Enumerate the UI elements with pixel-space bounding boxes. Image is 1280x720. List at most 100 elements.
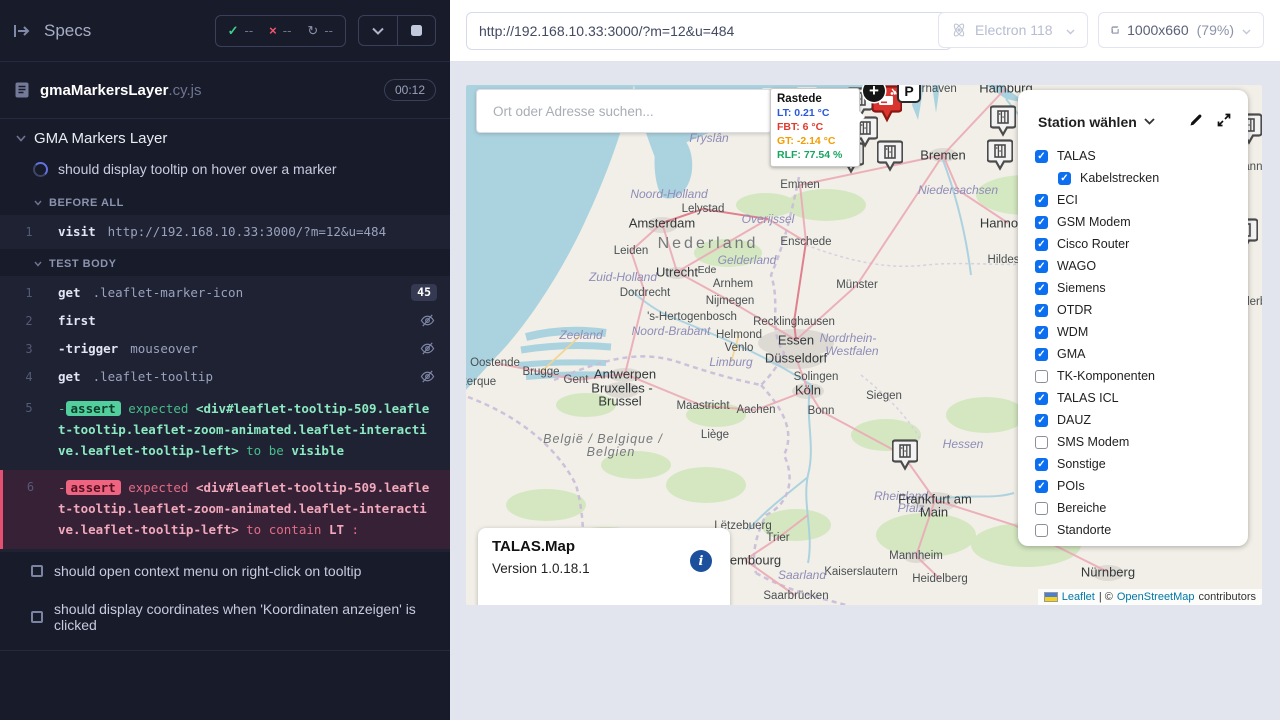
checkbox-icon[interactable]: ✓	[1035, 238, 1048, 251]
collapse-all-button[interactable]	[359, 16, 397, 45]
tooltip-measurement: FBT: 6 °C	[777, 120, 853, 134]
map-label: Heidelberg	[912, 573, 968, 585]
checkbox-icon[interactable]: ✓	[1035, 502, 1048, 515]
checkbox-icon[interactable]: ✓	[1035, 282, 1048, 295]
command-row[interactable]: 1 get .leaflet-marker-icon 45	[0, 279, 450, 307]
layer-checkbox-row[interactable]: ✓ SMS Modem	[1035, 431, 1248, 453]
checkbox-icon[interactable]: ✓	[1035, 304, 1048, 317]
expand-fullscreen-icon[interactable]	[1216, 112, 1232, 131]
layer-checkbox-row[interactable]: ✓ ECI	[1035, 189, 1248, 211]
map-label: Westfalen	[825, 344, 878, 358]
pending-test-row[interactable]: should open context menu on right-click …	[0, 552, 450, 590]
checkbox-icon[interactable]: ✓	[1035, 348, 1048, 361]
checkbox-icon[interactable]: ✓	[1035, 458, 1048, 471]
map-label: Münster	[836, 279, 878, 291]
stop-tests-button[interactable]	[397, 16, 435, 45]
map-label: Venlo	[725, 342, 754, 354]
station-marker[interactable]	[987, 139, 1013, 171]
edit-pencil-icon[interactable]	[1188, 112, 1204, 131]
checkbox-icon[interactable]: ✓	[1035, 480, 1048, 493]
viewport-select[interactable]: 1000x660 (79%)	[1098, 12, 1264, 48]
specs-title: Specs	[44, 21, 91, 41]
map-attribution: Leaflet | © OpenStreetMap contributors	[1038, 589, 1262, 605]
test-title: should display tooltip on hover over a m…	[58, 161, 337, 177]
spec-duration-badge: 00:12	[384, 79, 436, 101]
specs-menu-icon[interactable]	[14, 24, 32, 38]
station-marker[interactable]	[892, 439, 918, 471]
map-label: Brussel	[598, 394, 641, 409]
layer-label: Cisco Router	[1057, 237, 1129, 251]
checkbox-icon[interactable]: ✓	[1035, 326, 1048, 339]
assert-badge: assert	[66, 480, 121, 495]
map-label: Siegen	[866, 390, 902, 402]
checkbox-icon[interactable]: ✓	[1058, 172, 1071, 185]
checkbox-icon[interactable]: ✓	[1035, 194, 1048, 207]
leaflet-map[interactable]: HamburgerhavenFryslânBremenHannoveEmmenN…	[466, 85, 1262, 605]
pending-test-row[interactable]: should display coordinates when 'Koordin…	[0, 590, 450, 644]
command-row[interactable]: 4 get .leaflet-tooltip	[0, 363, 450, 391]
suite-row[interactable]: GMA Markers Layer	[0, 119, 450, 154]
layer-checkbox-row[interactable]: ✓ GMA	[1035, 343, 1248, 365]
layer-checkbox-row[interactable]: ✓ OTDR	[1035, 299, 1248, 321]
command-row[interactable]: 2 first	[0, 307, 450, 335]
assert-passed-row[interactable]: 5 -assert expected <div#leaflet-tooltip-…	[0, 391, 450, 470]
checkbox-icon[interactable]: ✓	[1035, 150, 1048, 163]
layer-checkbox-row[interactable]: ✓ DAUZ	[1035, 409, 1248, 431]
layer-checkbox-row[interactable]: ✓ WDM	[1035, 321, 1248, 343]
layer-checkbox-row[interactable]: ✓ TALAS ICL	[1035, 387, 1248, 409]
station-marker[interactable]	[877, 140, 903, 172]
map-info-panel: TALAS.Map Version 1.0.18.1 i	[478, 528, 730, 605]
address-bar[interactable]: http://192.168.10.33:3000/?m=12&u=484	[466, 12, 952, 50]
layer-label: Sonstige	[1057, 457, 1106, 471]
checkbox-icon[interactable]: ✓	[1035, 414, 1048, 427]
test-body-commands: 1 get .leaflet-marker-icon 45 2 first 3 …	[0, 276, 450, 552]
tooltip-measurement: GT: -2.14 °C	[777, 134, 853, 148]
browser-select[interactable]: Electron 118	[938, 12, 1088, 48]
leaflet-link[interactable]: Leaflet	[1062, 591, 1095, 603]
map-label: Köln	[795, 383, 821, 398]
map-label: Utrecht	[656, 265, 698, 280]
marker-tooltip[interactable]: Rastede LT: 0.21 °CFBT: 6 °CGT: -2.14 °C…	[770, 88, 860, 167]
station-marker[interactable]	[990, 105, 1016, 137]
layer-checkbox-row[interactable]: ✓ Cisco Router	[1035, 233, 1248, 255]
layer-checkbox-row[interactable]: ✓ Standorte	[1035, 519, 1248, 541]
layer-checkbox-row[interactable]: ✓ Kabelstrecken	[1035, 167, 1248, 189]
map-label: Dunkerque	[466, 376, 496, 388]
checkbox-icon[interactable]: ✓	[1035, 524, 1048, 537]
map-label: Ede	[698, 264, 717, 276]
checkbox-icon[interactable]: ✓	[1035, 216, 1048, 229]
layer-checkbox-row[interactable]: ✓ POIs	[1035, 475, 1248, 497]
tooltip-measurement: RLF: 77.54 %	[777, 148, 853, 162]
checkbox-icon[interactable]: ✓	[1035, 370, 1048, 383]
map-label: Nordrhein-	[820, 331, 877, 345]
layer-checkbox-row[interactable]: ✓ Bereiche	[1035, 497, 1248, 519]
layer-checkbox-row[interactable]: ✓ Siemens	[1035, 277, 1248, 299]
assert-passed-text: -assert expected <div#leaflet-tooltip-50…	[58, 398, 432, 461]
openstreetmap-link[interactable]: OpenStreetMap	[1117, 591, 1195, 603]
assert-failed-row[interactable]: 6 -assert expected <div#leaflet-tooltip-…	[0, 470, 450, 549]
spec-file-row[interactable]: gmaMarkersLayer.cy.js 00:12	[0, 62, 450, 119]
chevron-down-icon	[1242, 22, 1251, 38]
info-icon[interactable]: i	[690, 550, 712, 572]
checkbox-icon[interactable]: ✓	[1035, 260, 1048, 273]
station-select-dropdown[interactable]: Station wählen	[1038, 114, 1137, 130]
layer-checkbox-row[interactable]: ✓ TK-Komponenten	[1035, 365, 1248, 387]
runner-controls	[358, 15, 436, 46]
layer-checkbox-row[interactable]: ✓ GSM Modem	[1035, 211, 1248, 233]
layer-checkbox-row[interactable]: ✓ WAGO	[1035, 255, 1248, 277]
map-search-input[interactable]	[477, 90, 771, 132]
layer-checkbox-row[interactable]: ✓ Sonstige	[1035, 453, 1248, 475]
command-row[interactable]: 1 visit http://192.168.10.33:3000/?m=12&…	[0, 218, 450, 246]
layer-label: WAGO	[1057, 259, 1096, 273]
parking-poi-marker[interactable]: P	[897, 85, 921, 103]
hidden-eye-icon	[420, 313, 435, 333]
checkbox-icon[interactable]: ✓	[1035, 392, 1048, 405]
test-body-hook-label[interactable]: TEST BODY	[0, 249, 450, 276]
command-row[interactable]: 3 -trigger mouseover	[0, 335, 450, 363]
active-test-row[interactable]: should display tooltip on hover over a m…	[0, 154, 450, 188]
checkbox-icon[interactable]: ✓	[1035, 436, 1048, 449]
before-all-hook-label[interactable]: BEFORE ALL	[0, 188, 450, 215]
layer-checkbox-row[interactable]: ✓ TALAS	[1035, 145, 1248, 167]
chevron-down-icon[interactable]	[1144, 118, 1155, 125]
map-label: Maastricht	[676, 400, 729, 412]
